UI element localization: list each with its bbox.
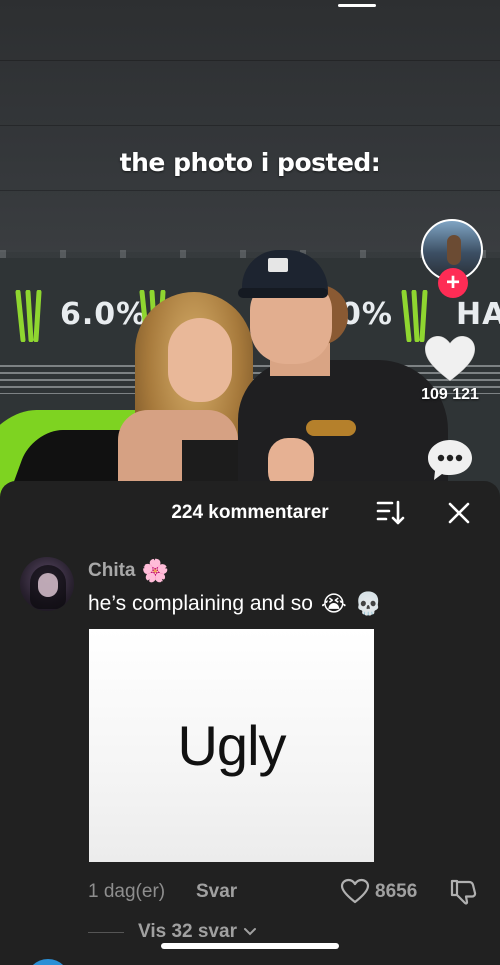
heart-icon[interactable] — [423, 334, 477, 384]
banner-text-3: HAR — [456, 297, 500, 332]
comment-like-count: 8656 — [375, 881, 418, 902]
shirt-logo — [306, 420, 356, 436]
skull-emoji-icon: 💀 — [354, 591, 383, 616]
comment-image-text: Ugly — [177, 714, 286, 777]
top-indicator — [338, 4, 376, 7]
thumbs-down-icon[interactable] — [449, 878, 477, 906]
comment-author-name: Chita — [88, 560, 136, 581]
view-replies-label: Vis 32 svar — [138, 921, 237, 942]
view-replies-link[interactable]: Vis 32 svar — [138, 921, 257, 943]
comment-heart-icon[interactable] — [340, 878, 370, 904]
close-icon[interactable] — [445, 499, 473, 527]
monster-claw-logo — [15, 290, 42, 342]
person-boy-cap-brim — [238, 288, 328, 298]
home-indicator[interactable] — [161, 943, 339, 949]
comment-bubble-icon[interactable] — [426, 438, 474, 482]
avatar-figure — [447, 235, 461, 265]
next-comment-avatar[interactable] — [26, 959, 70, 965]
sort-icon[interactable] — [376, 499, 406, 527]
chevron-down-icon — [243, 928, 256, 936]
flower-emoji-icon: 🌸 — [141, 558, 169, 583]
comment-image[interactable]: Ugly — [89, 629, 374, 862]
like-count: 109 121 — [421, 386, 479, 403]
replies-divider — [88, 932, 124, 933]
reply-button[interactable]: Svar — [196, 881, 237, 903]
comment-author-avatar[interactable] — [20, 557, 74, 611]
comment-time: 1 dag(er) — [88, 881, 166, 902]
comment-body: he’s complaining and so — [88, 592, 313, 615]
background-wall — [0, 0, 500, 252]
crying-emoji-icon: 😭 — [320, 591, 347, 616]
cap-logo — [268, 258, 288, 272]
follow-plus-button[interactable]: + — [438, 268, 468, 298]
comment-author[interactable]: Chita 🌸 — [88, 560, 169, 582]
comment-text: he’s complaining and so 😭 💀 — [88, 592, 382, 616]
banner-text-1: 6.0% — [60, 297, 148, 332]
comments-sheet: 224 kommentarer Chita 🌸 he’s complaining… — [0, 481, 500, 965]
comments-title: 224 kommentarer — [171, 502, 329, 523]
video-caption: the photo i posted: — [119, 148, 381, 177]
avatar-face — [38, 573, 58, 597]
person-girl-face — [168, 318, 232, 402]
